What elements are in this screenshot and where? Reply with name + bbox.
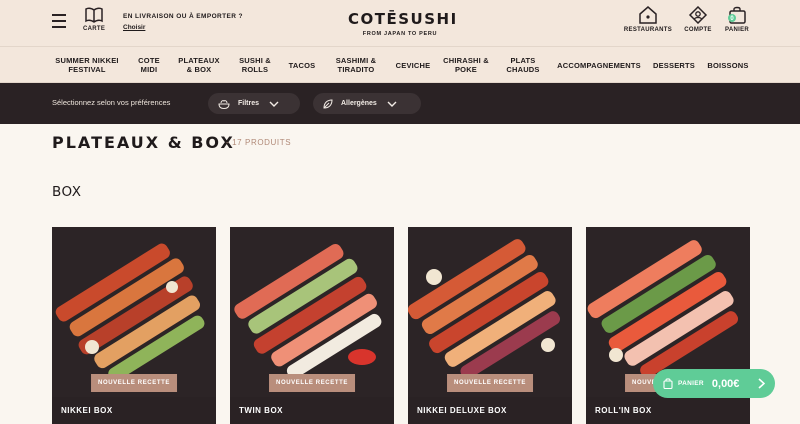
house-icon <box>639 6 657 24</box>
filter-prompt: Sélectionnez selon vos préférences <box>52 98 171 107</box>
filtres-label: Filtres <box>238 100 260 107</box>
product-photo <box>230 227 394 397</box>
leaf-icon <box>323 98 333 109</box>
product-card[interactable]: NOUVELLE RECETTE NIKKEI BOX <box>52 227 216 424</box>
nav-item-sushi-rolls[interactable]: SUSHI & ROLLS <box>234 47 276 83</box>
nav-item-plateaux-box[interactable]: PLATEAUX & BOX <box>174 47 224 83</box>
product-photo <box>52 227 216 397</box>
product-count: - 17 PRODUITS <box>226 138 292 147</box>
page-title: PLATEAUX & BOX <box>52 133 235 152</box>
book-icon <box>85 7 103 23</box>
allergenes-label: Allergènes <box>341 100 377 107</box>
filter-bowl-icon <box>218 99 230 109</box>
nav-item-summer-nikkei-festival[interactable]: SUMMER NIKKEI FESTIVAL <box>50 47 124 83</box>
new-recipe-badge: NOUVELLE RECETTE <box>447 374 533 392</box>
filtres-dropdown[interactable]: Filtres <box>208 93 300 114</box>
product-name: NIKKEI DELUXE BOX <box>417 406 507 415</box>
nav-item-ceviche[interactable]: CEVICHE <box>390 47 436 83</box>
allergenes-dropdown[interactable]: Allergènes <box>313 93 421 114</box>
product-card[interactable]: NOUVELLE RECETTE TWIN BOX <box>230 227 394 424</box>
panier-label: PANIER <box>724 27 750 33</box>
product-photo <box>408 227 572 397</box>
new-recipe-badge: NOUVELLE RECETTE <box>91 374 177 392</box>
product-name: NIKKEI BOX <box>61 406 113 415</box>
panier-button[interactable]: 0 PANIER <box>722 6 752 33</box>
product-card[interactable]: NOUVELLE RECETTE NIKKEI DELUXE BOX <box>408 227 572 424</box>
category-nav: SUMMER NIKKEI FESTIVAL COTE MIDI PLATEAU… <box>0 47 800 83</box>
cart-amount: 0,00€ <box>711 377 740 390</box>
product-name: TWIN BOX <box>239 406 283 415</box>
nav-item-cote-midi[interactable]: COTE MIDI <box>134 47 164 83</box>
logo-tagline: FROM JAPAN TO PERU <box>362 31 438 37</box>
cart-label: PANIER <box>678 380 704 387</box>
product-name: ROLL'IN BOX <box>595 406 652 415</box>
filter-bar: Sélectionnez selon vos préférences Filtr… <box>0 83 800 124</box>
delivery-choose-link[interactable]: Choisir <box>123 24 243 31</box>
site-header: CARTE EN LIVRAISON OU À EMPORTER ? Chois… <box>0 0 800 47</box>
nav-item-chirashi-poke[interactable]: CHIRASHI & POKE <box>440 47 492 83</box>
compte-button[interactable]: COMPTE <box>682 6 714 33</box>
delivery-selector[interactable]: EN LIVRAISON OU À EMPORTER ? Choisir <box>123 13 243 31</box>
restaurants-label: RESTAURANTS <box>623 27 673 33</box>
basket-icon: 0 <box>728 6 746 24</box>
nav-item-desserts[interactable]: DESSERTS <box>650 47 698 83</box>
logo-name: COTĒSUSHI <box>348 10 458 28</box>
delivery-question: EN LIVRAISON OU À EMPORTER ? <box>123 13 243 20</box>
cart-bag-icon <box>663 378 673 389</box>
nav-item-sashimi-tiradito[interactable]: SASHIMI & TIRADITO <box>330 47 382 83</box>
chevron-down-icon <box>387 101 397 107</box>
chevron-down-icon <box>269 101 279 107</box>
nav-item-accompagnements[interactable]: ACCOMPAGNEMENTS <box>554 47 644 83</box>
new-recipe-badge: NOUVELLE RECETTE <box>269 374 355 392</box>
carte-label: CARTE <box>83 26 106 32</box>
restaurants-button[interactable]: RESTAURANTS <box>622 6 674 33</box>
nav-item-tacos[interactable]: TACOS <box>284 47 320 83</box>
carte-button[interactable]: CARTE <box>83 7 105 32</box>
menu-icon[interactable] <box>52 14 66 28</box>
compte-label: COMPTE <box>684 27 712 33</box>
chevron-right-icon <box>758 378 765 389</box>
nav-item-plats-chauds[interactable]: PLATS CHAUDS <box>500 47 546 83</box>
section-title: BOX <box>52 184 82 200</box>
floating-cart-button[interactable]: PANIER 0,00€ <box>653 369 775 398</box>
user-icon <box>688 6 708 24</box>
nav-item-boissons[interactable]: BOISSONS <box>704 47 752 83</box>
site-logo[interactable]: COTĒSUSHI FROM JAPAN TO PERU <box>348 10 458 37</box>
